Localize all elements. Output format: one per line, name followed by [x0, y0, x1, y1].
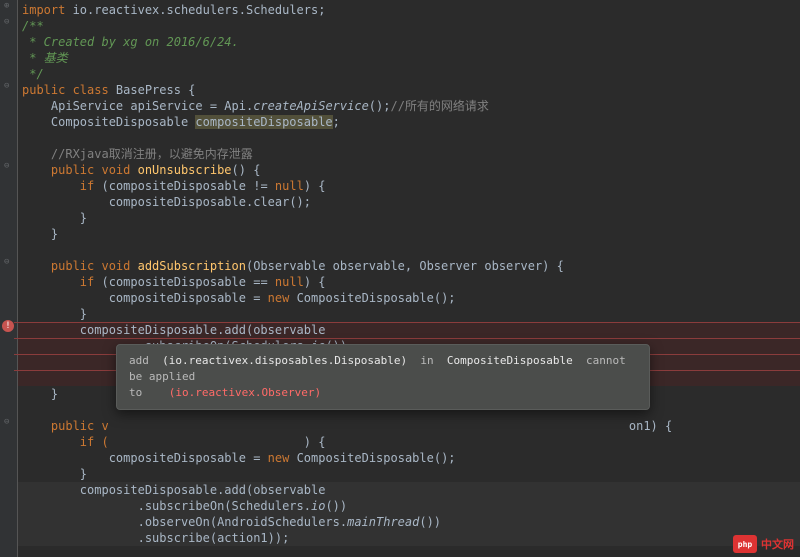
code-line[interactable]: public class BasePress {	[18, 82, 800, 98]
code-line[interactable]	[18, 242, 800, 258]
code-line[interactable]: CompositeDisposable compositeDisposable;	[18, 114, 800, 130]
code-line[interactable]: compositeDisposable = new CompositeDispo…	[18, 290, 800, 306]
code-line[interactable]: }	[18, 306, 800, 322]
code-line[interactable]: /**	[18, 18, 800, 34]
code-line[interactable]: compositeDisposable = new CompositeDispo…	[18, 450, 800, 466]
gutter: ⊕ ⊖ ⊖ ⊖ ⊖ ! ⊖	[0, 0, 18, 557]
fold-icon[interactable]: ⊖	[4, 82, 13, 91]
watermark-text: 中文网	[761, 536, 794, 552]
error-tooltip: add (io.reactivex.disposables.Disposable…	[116, 344, 650, 410]
code-line[interactable]	[18, 130, 800, 146]
code-line[interactable]: public void onUnsubscribe() {	[18, 162, 800, 178]
code-line[interactable]: }	[18, 466, 800, 482]
code-line[interactable]: compositeDisposable.add(observable	[18, 322, 800, 338]
code-line[interactable]: ApiService apiService = Api.createApiSer…	[18, 98, 800, 114]
code-line[interactable]: if (compositeDisposable == null) {	[18, 434, 800, 450]
code-line[interactable]: * Created by xg on 2016/6/24.	[18, 34, 800, 50]
fold-icon[interactable]: ⊖	[4, 258, 13, 267]
watermark-logo: php	[733, 535, 757, 553]
fold-icon[interactable]: ⊕	[4, 2, 13, 11]
code-line[interactable]: .subscribeOn(Schedulers.io())	[18, 498, 800, 514]
code-line[interactable]: }	[18, 210, 800, 226]
code-line[interactable]: //RXjava取消注册，以避免内存泄露	[18, 146, 800, 162]
fold-icon[interactable]: ⊖	[4, 162, 13, 171]
code-line[interactable]: */	[18, 66, 800, 82]
code-line[interactable]: if (compositeDisposable == null) {	[18, 274, 800, 290]
code-line[interactable]: compositeDisposable.clear();	[18, 194, 800, 210]
code-line[interactable]: .observeOn(AndroidSchedulers.mainThread(…	[18, 514, 800, 530]
code-line[interactable]: import io.reactivex.schedulers.Scheduler…	[18, 2, 800, 18]
code-line[interactable]: .subscribe(action1));	[18, 530, 800, 546]
code-area[interactable]: import io.reactivex.schedulers.Scheduler…	[18, 0, 800, 557]
code-line[interactable]: public void addSubscription(Observable o…	[18, 258, 800, 274]
code-line[interactable]: compositeDisposable.add(observable	[18, 482, 800, 498]
error-icon[interactable]: !	[2, 320, 14, 332]
code-line[interactable]: if (compositeDisposable != null) {	[18, 178, 800, 194]
watermark: php 中文网	[733, 535, 794, 553]
code-line[interactable]: * 基类	[18, 50, 800, 66]
fold-icon[interactable]: ⊖	[4, 18, 13, 27]
code-line[interactable]: }	[18, 226, 800, 242]
code-editor[interactable]: ⊕ ⊖ ⊖ ⊖ ⊖ ! ⊖ import io.reactivex.schedu…	[0, 0, 800, 557]
code-line[interactable]: public v on1) {	[18, 418, 800, 434]
fold-icon[interactable]: ⊖	[4, 418, 13, 427]
